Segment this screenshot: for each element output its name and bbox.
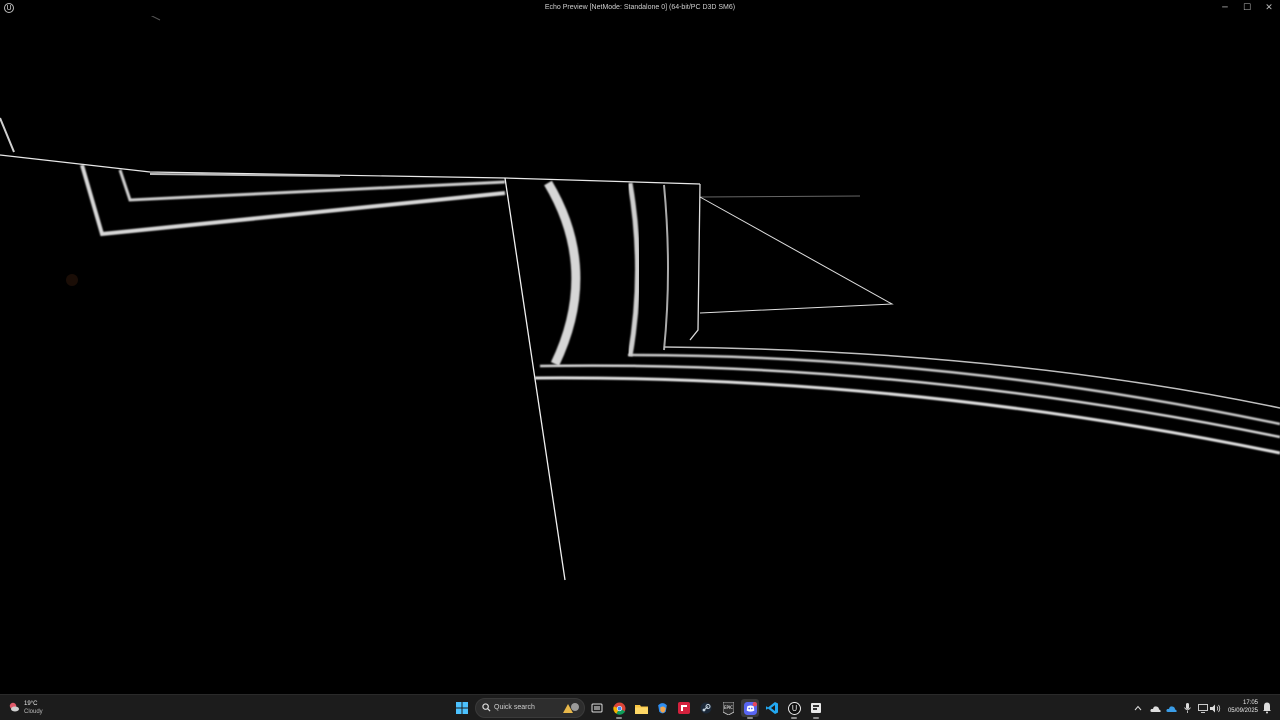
start-button[interactable] (453, 699, 471, 717)
vscode-icon (766, 702, 778, 714)
onedrive-icon (1165, 705, 1177, 712)
scene-edge (0, 117, 15, 153)
steam-app[interactable] (697, 699, 715, 717)
volume-icon (1209, 704, 1220, 712)
close-button[interactable]: ✕ (1258, 0, 1280, 16)
window-title: Echo Preview [NetMode: Standalone 0] (64… (544, 4, 736, 11)
tray-microphone[interactable] (1180, 700, 1194, 716)
steam-icon (700, 702, 712, 714)
svg-text:EPIC: EPIC (724, 705, 733, 710)
maximize-button[interactable]: ☐ (1236, 0, 1258, 16)
red-app[interactable] (675, 699, 693, 717)
search-label: Quick search (494, 704, 535, 711)
tray-cloud[interactable] (1148, 700, 1162, 716)
display-icon (1198, 703, 1208, 713)
weather-condition: Cloudy (24, 709, 43, 715)
scene-render (0, 16, 1280, 581)
svg-text:U: U (791, 704, 797, 713)
scene-speck (66, 274, 78, 286)
clock-date: 05/09/2025 (1227, 708, 1258, 714)
taskbar: 19°C Cloudy Quick search EPIC U 17:05 05… (0, 694, 1280, 720)
clock-time: 17:05 (1242, 700, 1258, 706)
panel-arc (627, 182, 640, 357)
red-app-icon (678, 702, 690, 714)
copilot-app[interactable] (653, 699, 671, 717)
task-view-button[interactable] (588, 699, 606, 717)
epic-games-app[interactable]: EPIC (719, 699, 737, 717)
folder-icon (634, 704, 648, 714)
search-icon (482, 703, 491, 712)
windows-logo-icon (456, 702, 468, 714)
panel-edge (689, 183, 701, 341)
search-highlight-icon (563, 703, 579, 713)
unreal-engine-icon: U (787, 701, 801, 715)
unreal-engine-app[interactable]: U (785, 699, 803, 719)
cloud-icon (1149, 705, 1161, 712)
notification-bell-icon[interactable] (1260, 700, 1274, 714)
search-box[interactable]: Quick search (475, 698, 585, 718)
epic-games-icon: EPIC (722, 701, 734, 715)
taskbar-clock[interactable]: 17:05 05/09/2025 (1228, 699, 1258, 715)
window-title-bar[interactable]: U Echo Preview [NetMode: Standalone 0] (… (0, 0, 1280, 16)
tool-app[interactable] (807, 699, 825, 719)
cloudy-weather-icon (9, 702, 19, 712)
task-view-icon (591, 703, 603, 713)
chevron-up-icon (1134, 705, 1142, 711)
discord-icon (743, 701, 757, 715)
minimize-button[interactable]: ─ (1214, 0, 1236, 16)
panel-arc (544, 180, 581, 366)
game-viewport[interactable] (0, 16, 1280, 694)
copilot-icon (657, 702, 667, 713)
tray-onedrive[interactable] (1164, 700, 1178, 716)
scene-edge (699, 195, 861, 198)
wing-edge (699, 196, 894, 314)
chrome-app[interactable] (610, 699, 628, 719)
vscode-app[interactable] (763, 699, 781, 717)
chrome-icon (612, 702, 625, 715)
microphone-icon (1183, 703, 1191, 713)
floor-stripe (663, 346, 1280, 409)
scene-edge (150, 16, 161, 21)
floor-stripe (539, 364, 1280, 439)
panel-arc (663, 184, 669, 351)
tool-icon (811, 703, 821, 713)
tray-volume[interactable] (1208, 700, 1222, 716)
discord-app[interactable] (741, 699, 759, 719)
weather-temperature: 19°C (24, 701, 38, 707)
file-explorer-app[interactable] (632, 699, 650, 717)
scene-edge (0, 154, 701, 185)
tray-overflow[interactable] (1132, 700, 1144, 716)
